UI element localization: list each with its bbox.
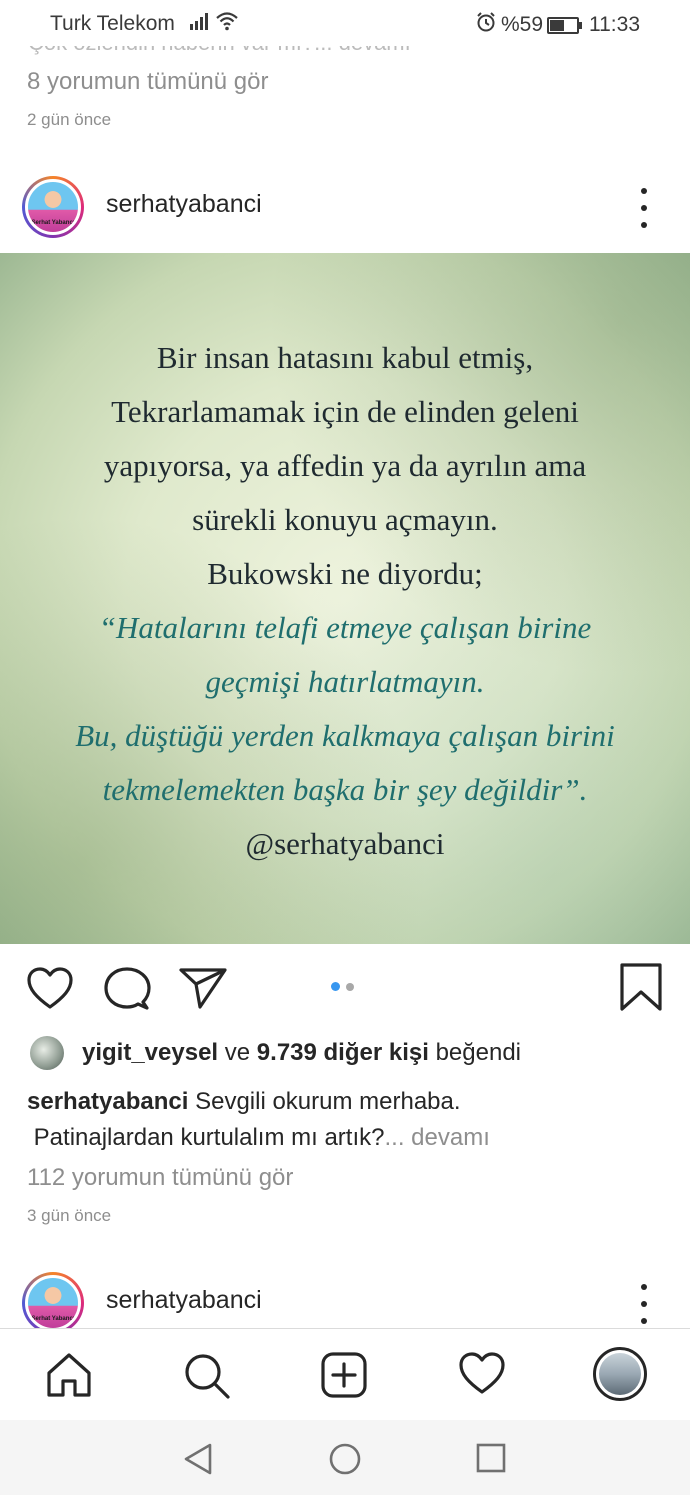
caption-more-link[interactable]: ... devamı [384, 1124, 489, 1151]
battery-fill [550, 19, 565, 31]
avatar-caption: Serhat Yabancı [31, 220, 75, 226]
likes-summary[interactable]: yigit_veysel ve 9.739 diğer kişi beğendi [30, 1036, 521, 1070]
comment-icon[interactable] [103, 966, 151, 1017]
post-username[interactable]: serhatyabanci [106, 190, 262, 219]
view-comments-link[interactable]: 112 yorumun tümünü gör [27, 1164, 293, 1192]
heart-icon[interactable] [26, 966, 74, 1015]
post-actions [0, 944, 690, 1034]
battery-percent: %59 [500, 13, 543, 36]
quote-line: sürekli konuyu açmayın. [192, 502, 498, 537]
recents-square-icon[interactable] [475, 1442, 507, 1479]
post-header: Serhat Yabancı serhatyabanci [0, 170, 690, 250]
search-icon[interactable] [182, 1351, 232, 1406]
clock: 11:33 [589, 13, 640, 36]
profile-avatar[interactable] [593, 1347, 647, 1401]
signal-icon [189, 12, 211, 36]
status-right: %59 11:33 [471, 11, 640, 39]
home-icon[interactable] [45, 1351, 93, 1404]
likes-connector: ve [224, 1039, 251, 1066]
quote-line: Tekrarlamamak için de elinden geleni [111, 394, 579, 429]
more-options-icon[interactable] [634, 1284, 654, 1324]
quote-line-italic: “Hatalarını telafi etmeye çalışan birine [98, 610, 592, 645]
alarm-icon [475, 11, 497, 39]
likes-count[interactable]: 9.739 diğer kişi [257, 1039, 429, 1067]
post-image[interactable]: Bir insan hatasını kabul etmiş, Tekrarla… [0, 253, 690, 944]
carrier-name: Turk Telekom [50, 12, 175, 35]
view-comments-link[interactable]: 8 yorumun tümünü gör [27, 68, 268, 96]
quote-line: Bir insan hatasını kabul etmiş, [156, 340, 534, 375]
avatar [30, 1036, 64, 1070]
carousel-dot [346, 983, 354, 991]
caption-username[interactable]: serhatyabanci [27, 1088, 188, 1115]
avatar[interactable]: Serhat Yabancı [22, 176, 84, 238]
battery-icon [547, 16, 582, 34]
quote-signature: @serhatyabanci [245, 826, 445, 861]
likes-suffix: beğendi [435, 1039, 521, 1066]
carousel-indicator [331, 982, 354, 991]
quote-line-italic: Bu, düştüğü yerden kalkmaya çalışan biri… [75, 718, 615, 753]
system-nav-bar [0, 1420, 690, 1495]
more-options-icon[interactable] [634, 188, 654, 228]
back-triangle-icon[interactable] [182, 1442, 214, 1481]
avatar-image: Serhat Yabancı [25, 1275, 81, 1331]
quote-line-italic: geçmişi hatırlatmayın. [205, 664, 485, 699]
profile-avatar-image [599, 1353, 641, 1395]
post-time: 3 gün önce [27, 1206, 112, 1225]
quote-line-italic: tekmelemekten başka bir şey değildir”. [102, 772, 588, 807]
quote-text: Bir insan hatasını kabul etmiş, Tekrarla… [0, 331, 690, 871]
post-caption: serhatyabanci Sevgili okurum merhaba. Pa… [27, 1084, 667, 1156]
post-time: 2 gün önce [27, 110, 112, 129]
home-circle-icon[interactable] [328, 1442, 362, 1481]
bottom-nav [0, 1328, 690, 1421]
status-left: Turk Telekom [50, 11, 239, 37]
avatar[interactable]: Serhat Yabancı [22, 1272, 84, 1334]
activity-heart-icon[interactable] [458, 1351, 506, 1400]
carousel-dot [331, 982, 340, 991]
add-post-icon[interactable] [320, 1351, 368, 1404]
caption-text: Patinajlardan kurtulalım mı artık? [33, 1124, 385, 1151]
caption-text: Sevgili okurum merhaba. [195, 1088, 461, 1115]
avatar-image: Serhat Yabancı [25, 179, 81, 235]
liker-username[interactable]: yigit_veysel [82, 1039, 218, 1067]
quote-line: Bukowski ne diyordu; [207, 556, 483, 591]
quote-line: yapıyorsa, ya affedin ya da ayrılın ama [103, 448, 587, 483]
post-username[interactable]: serhatyabanci [106, 1286, 262, 1315]
status-bar: Turk Telekom %59 11:33 [0, 0, 690, 46]
wifi-icon [215, 11, 239, 37]
send-icon[interactable] [178, 966, 228, 1015]
bookmark-icon[interactable] [619, 962, 663, 1017]
avatar-caption: Serhat Yabancı [31, 1316, 75, 1322]
